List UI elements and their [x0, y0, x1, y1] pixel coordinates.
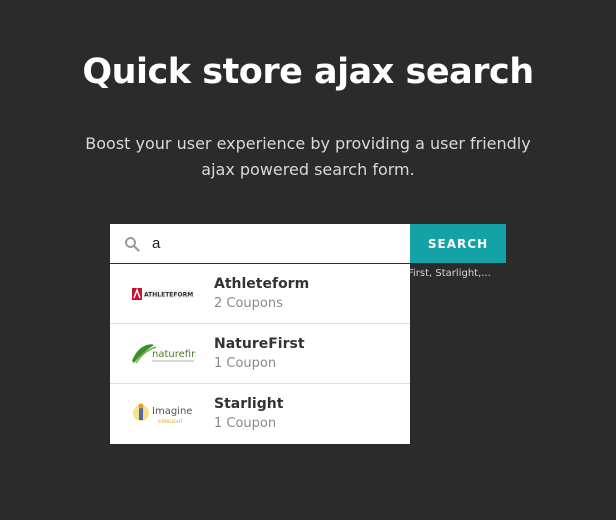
result-info: NatureFirst 1 Coupon — [214, 334, 305, 374]
svg-text:naturefirst: naturefirst — [152, 349, 196, 360]
store-name: Starlight — [214, 396, 284, 412]
coupon-count: 1 Coupon — [214, 355, 277, 371]
page-title: Quick store ajax search — [82, 52, 534, 92]
svg-text:ATHLETEFORM: ATHLETEFORM — [144, 291, 193, 298]
store-name: Athleteform — [214, 275, 310, 292]
search-button[interactable]: SEARCH — [410, 224, 506, 263]
result-item-athleteform[interactable]: ATHLETEFORM Athleteform 2 Coupons — [110, 264, 410, 324]
athleteform-logo: ATHLETEFORM — [128, 279, 198, 309]
svg-text:STARLIGHT: STARLIGHT — [158, 419, 183, 425]
coupon-count: 1 Coupon — [214, 416, 277, 431]
svg-text:Imagine: Imagine — [152, 406, 192, 417]
result-info: Athleteform 2 Coupons — [214, 274, 309, 314]
search-icon — [124, 236, 140, 252]
coupon-count: 2 Coupons — [214, 295, 283, 311]
search-suggestion-hint: First, Starlight,... — [408, 268, 491, 279]
page-subtitle: Boost your user experience by providing … — [85, 134, 531, 179]
search-input[interactable] — [152, 228, 392, 259]
search-form: SEARCH — [110, 224, 506, 263]
result-info: Starlight 1 Coupon — [214, 394, 283, 434]
starlight-logo: Imagine STARLIGHT — [128, 399, 198, 429]
result-item-starlight[interactable]: Imagine STARLIGHT Starlight 1 Coupon — [110, 384, 410, 444]
result-item-naturefirst[interactable]: naturefirst NatureFirst 1 Coupon — [110, 324, 410, 384]
store-name: NatureFirst — [214, 335, 305, 352]
search-field[interactable] — [110, 224, 410, 263]
naturefirst-logo: naturefirst — [128, 339, 198, 369]
search-results-dropdown: ATHLETEFORM Athleteform 2 Coupons nature… — [110, 263, 410, 444]
